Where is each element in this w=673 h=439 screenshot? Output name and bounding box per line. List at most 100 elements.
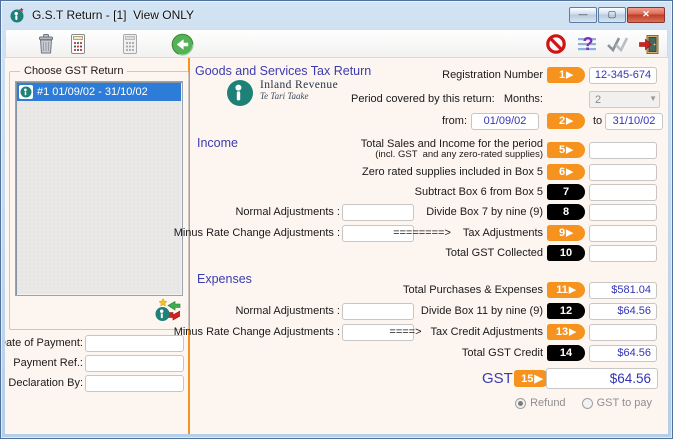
box-6-label: Zero rated supplies included in Box 5: [362, 166, 543, 178]
chevron-down-icon: ▼: [649, 94, 657, 103]
back-icon: [171, 33, 194, 56]
box-9-field[interactable]: [589, 225, 657, 242]
from-label: from:: [442, 115, 467, 127]
box-12-label: Divide Box 11 by nine (9): [421, 305, 543, 317]
maximize-button[interactable]: ▢: [598, 7, 626, 23]
box-8-field[interactable]: [589, 204, 657, 221]
date-range-row: from: 01/09/02 2▶ to 31/10/02: [5, 113, 668, 131]
back-button[interactable]: [170, 32, 194, 56]
expenses-rate-change-adjustments-label: Minus Rate Change Adjustments :: [174, 326, 340, 338]
box-8-badge: 8: [547, 204, 585, 220]
arrow-icon: ▶: [566, 167, 573, 176]
app-window: * G.S.T Return - [1] View ONLY — ▢ ✕: [0, 0, 673, 439]
from-date-field[interactable]: 01/09/02: [471, 113, 539, 130]
arrow-icon: ▶: [534, 372, 542, 385]
gst-to-pay-radio-option[interactable]: GST to pay: [582, 397, 652, 409]
arrow-icon: ▶: [566, 70, 573, 79]
refund-radio-option[interactable]: Refund: [515, 397, 565, 409]
help-button[interactable]: ?: [575, 32, 599, 56]
box-13-label: ====> Tax Credit Adjustments: [389, 326, 543, 338]
box-9-label: ========> Tax Adjustments: [393, 227, 543, 239]
cancel-icon: [545, 33, 567, 55]
close-button[interactable]: ✕: [627, 7, 665, 23]
refund-radio-icon[interactable]: [515, 398, 526, 409]
gst-total-field[interactable]: $64.56: [546, 368, 658, 389]
box-14-row: Total GST Credit 14 $64.56: [5, 345, 668, 363]
double-check-icon: [606, 34, 630, 54]
cancel-button[interactable]: [544, 32, 568, 56]
expenses-normal-adjustments-field[interactable]: [342, 303, 414, 320]
open-return-button[interactable]: [66, 32, 90, 56]
gst-result-radios: Refund GST to pay: [515, 397, 652, 409]
to-date-field[interactable]: 31/10/02: [605, 113, 663, 130]
box-6-field[interactable]: [589, 164, 657, 181]
box-5-sublabel: (incl. GST and any zero-rated supplies): [375, 149, 543, 160]
box-5-row: Total Sales and Income for the period(in…: [5, 142, 668, 160]
to-label: to: [593, 115, 602, 127]
box-7-label: Subtract Box 6 from Box 5: [415, 186, 543, 198]
box-8-row: Normal Adjustments : Divide Box 7 by nin…: [5, 204, 668, 222]
box-9-badge: 9▶: [547, 225, 585, 241]
income-rate-change-adjustments-label: Minus Rate Change Adjustments :: [174, 227, 340, 239]
delete-button[interactable]: [34, 32, 58, 56]
gst-to-pay-radio-icon[interactable]: [582, 398, 593, 409]
box-6-badge: 6▶: [547, 164, 585, 180]
box-8-label: Divide Box 7 by nine (9): [426, 206, 543, 218]
box-12-badge: 12: [547, 303, 585, 319]
svg-text:?: ?: [583, 34, 594, 54]
refund-radio-label: Refund: [530, 397, 565, 409]
box-14-badge: 14: [547, 345, 585, 361]
box-12-field[interactable]: $64.56: [589, 303, 657, 320]
box-15-badge: 15▶: [514, 370, 550, 387]
new-return-button[interactable]: [118, 32, 142, 56]
box-13-row: Minus Rate Change Adjustments : ====> Ta…: [5, 324, 668, 342]
period-row: Period covered by this return: Months: 2…: [5, 91, 668, 109]
box-5-badge: 5▶: [547, 142, 585, 158]
arrow-icon: ▶: [569, 327, 576, 336]
arrow-icon: ▶: [566, 228, 573, 237]
box-6-row: Zero rated supplies included in Box 5 6▶: [5, 164, 668, 182]
box-10-label: Total GST Collected: [445, 247, 543, 259]
months-combobox[interactable]: 2 ▼: [589, 91, 660, 108]
box-12-row: Normal Adjustments : Divide Box 11 by ni…: [5, 303, 668, 321]
box-10-field[interactable]: [589, 245, 657, 262]
box-7-field[interactable]: [589, 184, 657, 201]
toolbar: ?: [5, 29, 668, 58]
box-5-field[interactable]: [589, 142, 657, 159]
box-14-field[interactable]: $64.56: [589, 345, 657, 362]
registration-label: Registration Number: [442, 69, 543, 81]
confirm-all-button[interactable]: [606, 32, 630, 56]
expenses-normal-adjustments-label: Normal Adjustments :: [235, 305, 340, 317]
client-area: Choose GST Return #1 01/09/02 - 31/10/02: [5, 58, 668, 434]
box-13-badge: 13▶: [547, 324, 585, 340]
app-logo-icon: *: [10, 7, 26, 23]
trash-icon: [36, 33, 56, 55]
income-normal-adjustments-field[interactable]: [342, 204, 414, 221]
box-10-row: Total GST Collected 10: [5, 245, 668, 263]
period-label: Period covered by this return:: [351, 93, 495, 105]
box-7-row: Subtract Box 6 from Box 5 7: [5, 184, 668, 202]
box-1-badge: 1▶: [547, 67, 585, 83]
report-gray-icon: [120, 33, 140, 55]
minimize-button[interactable]: —: [569, 7, 597, 23]
registration-row: Registration Number 1▶ 12-345-674: [5, 67, 668, 85]
arrow-icon: ▶: [566, 116, 573, 125]
months-value: 2: [595, 94, 601, 106]
title-bar[interactable]: * G.S.T Return - [1] View ONLY — ▢ ✕: [1, 1, 672, 29]
box-11-badge: 11▶: [547, 282, 585, 298]
box-14-label: Total GST Credit: [462, 347, 543, 359]
box-11-field[interactable]: $581.04: [589, 282, 657, 299]
svg-text:*: *: [20, 7, 24, 18]
months-label: Months:: [504, 93, 543, 105]
help-icon: ?: [576, 33, 598, 55]
box-11-row: Total Purchases & Expenses 11▶ $581.04: [5, 282, 668, 300]
gst-total-row: GST 15▶ $64.56: [5, 369, 668, 387]
arrow-icon: ▶: [569, 285, 576, 294]
box-10-badge: 10: [547, 245, 585, 261]
box-2-badge: 2▶: [547, 113, 585, 129]
registration-field[interactable]: 12-345-674: [589, 67, 657, 84]
gst-to-pay-radio-label: GST to pay: [597, 397, 652, 409]
exit-button[interactable]: [637, 32, 661, 56]
box-13-field[interactable]: [589, 324, 657, 341]
report-color-icon: [68, 33, 88, 55]
